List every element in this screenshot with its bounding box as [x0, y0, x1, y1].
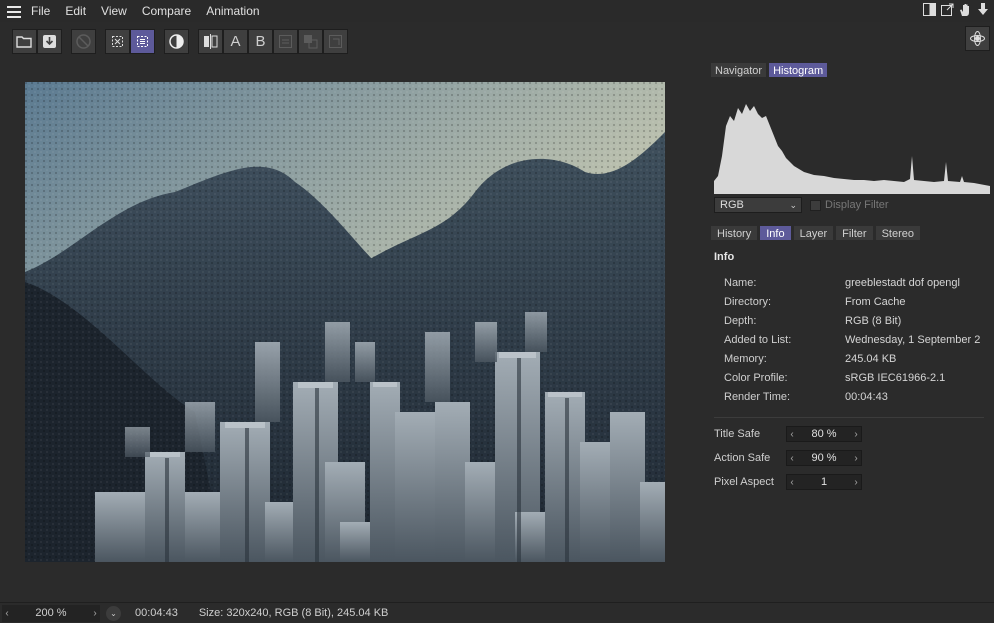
info-value: sRGB IEC61966-2.1 — [845, 372, 946, 384]
menu-edit[interactable]: Edit — [65, 4, 86, 18]
info-key: Added to List: — [724, 334, 792, 346]
menu-file[interactable]: File — [31, 4, 50, 18]
info-row: Color Profile: sRGB IEC61966-2.1 — [724, 372, 945, 384]
info-heading: Info — [714, 251, 735, 263]
info-row: Name: greeblestadt dof opengl — [724, 277, 960, 289]
info-tabs: History Info Layer Filter Stereo — [710, 225, 922, 241]
pixel-aspect-value: 1 — [820, 476, 828, 488]
display-filter-checkbox[interactable] — [810, 199, 821, 211]
tab-filter[interactable]: Filter — [835, 225, 874, 241]
menu-animation[interactable]: Animation — [206, 4, 259, 18]
channel-select[interactable]: RGB ⌄ — [714, 197, 802, 213]
status-bar: ‹ 200 % › ⌄ 00:04:43 Size: 320x240, RGB … — [0, 602, 994, 623]
title-safe-label: Title Safe — [714, 428, 761, 440]
ab-compare-icon[interactable] — [198, 28, 223, 54]
info-key: Memory: — [724, 353, 767, 365]
action-safe-row: Action Safe ‹ 90 % › — [714, 450, 862, 466]
action-safe-value: 90 % — [811, 452, 837, 464]
swap-icon[interactable] — [273, 28, 298, 54]
info-key: Name: — [724, 277, 757, 289]
zoom-dropdown-icon[interactable]: ⌄ — [106, 605, 121, 621]
chevron-right-icon[interactable]: › — [851, 453, 861, 464]
info-row: Render Time: 00:04:43 — [724, 391, 888, 403]
pixel-aspect-field[interactable]: ‹ 1 › — [786, 474, 862, 490]
image-size-info: Size: 320x240, RGB (8 Bit), 245.04 KB — [198, 607, 389, 619]
title-safe-row: Title Safe ‹ 80 % › — [714, 426, 862, 442]
hamburger-menu-icon[interactable] — [7, 5, 21, 18]
menu-bar: File Edit View Compare Animation — [0, 0, 994, 22]
open-folder-icon[interactable] — [12, 28, 37, 54]
tab-history[interactable]: History — [710, 225, 759, 241]
info-key: Depth: — [724, 315, 757, 327]
save-icon[interactable] — [37, 28, 62, 54]
settings-icon[interactable] — [965, 26, 990, 51]
info-value: 245.04 KB — [845, 353, 897, 365]
info-row: Directory: From Cache — [724, 296, 906, 308]
render-viewer[interactable] — [25, 82, 665, 562]
channel-row: RGB ⌄ Display Filter — [714, 197, 889, 213]
info-row: Added to List: Wednesday, 1 September 2 — [724, 334, 980, 346]
info-value: Wednesday, 1 September 2 — [845, 334, 981, 346]
chevron-left-icon[interactable]: ‹ — [2, 608, 12, 619]
hand-icon[interactable] — [958, 3, 972, 17]
chevron-down-icon: ⌄ — [789, 200, 797, 210]
channel-select-value: RGB — [720, 199, 744, 211]
b-icon[interactable]: B — [248, 28, 273, 54]
title-safe-value: 80 % — [811, 428, 837, 440]
tab-info[interactable]: Info — [759, 225, 792, 241]
action-safe-field[interactable]: ‹ 90 % › — [786, 450, 862, 466]
menu-view[interactable]: View — [101, 4, 127, 18]
interactive-render-icon[interactable] — [130, 28, 155, 54]
region-render-icon[interactable] — [105, 28, 130, 54]
info-row: Memory: 245.04 KB — [724, 353, 896, 365]
info-value: RGB (8 Bit) — [845, 315, 902, 327]
divider — [714, 417, 984, 418]
info-value: greeblestadt dof opengl — [845, 277, 960, 289]
title-safe-field[interactable]: ‹ 80 % › — [786, 426, 862, 442]
info-value: 00:04:43 — [845, 391, 888, 403]
tab-navigator[interactable]: Navigator — [710, 62, 768, 78]
chevron-left-icon[interactable]: ‹ — [787, 477, 797, 488]
a-icon[interactable]: A — [223, 28, 248, 54]
info-row: Depth: RGB (8 Bit) — [724, 315, 901, 327]
pixel-aspect-row: Pixel Aspect ‹ 1 › — [714, 474, 862, 490]
zoom-field[interactable]: ‹ 200 % › — [2, 604, 100, 622]
window-controls — [922, 3, 990, 17]
panel-layout-icon[interactable] — [922, 3, 936, 17]
pin-icon[interactable] — [976, 3, 990, 17]
display-filter-label: Display Filter — [825, 199, 889, 211]
info-key: Render Time: — [724, 391, 791, 403]
side-panel: Navigator Histogram RGB ⌄ Display Filter… — [704, 62, 994, 597]
render-time: 00:04:43 — [135, 607, 178, 619]
info-value: From Cache — [845, 296, 906, 308]
chevron-right-icon[interactable]: › — [851, 429, 861, 440]
info-key: Directory: — [724, 296, 772, 308]
info-key: Color Profile: — [724, 372, 788, 384]
tab-histogram[interactable]: Histogram — [768, 62, 829, 78]
tab-layer[interactable]: Layer — [792, 225, 835, 241]
chevron-right-icon[interactable]: › — [851, 477, 861, 488]
display-filter-icon[interactable] — [164, 28, 189, 54]
chevron-left-icon[interactable]: ‹ — [787, 429, 797, 440]
chevron-right-icon[interactable]: › — [90, 608, 100, 619]
menu-compare[interactable]: Compare — [142, 4, 191, 18]
pixel-aspect-label: Pixel Aspect — [714, 476, 774, 488]
stop-icon[interactable] — [71, 28, 96, 54]
difference-icon[interactable] — [298, 28, 323, 54]
zoom-value: 200 % — [35, 607, 67, 619]
overlay-icon[interactable] — [323, 28, 348, 54]
toolbar: A B — [0, 24, 994, 58]
action-safe-label: Action Safe — [714, 452, 771, 464]
undock-icon[interactable] — [940, 3, 954, 17]
render-image — [25, 82, 665, 562]
tab-stereo[interactable]: Stereo — [874, 225, 921, 241]
histogram-graph — [714, 104, 990, 194]
chevron-left-icon[interactable]: ‹ — [787, 453, 797, 464]
panel-top-tabs: Navigator Histogram — [710, 62, 994, 78]
